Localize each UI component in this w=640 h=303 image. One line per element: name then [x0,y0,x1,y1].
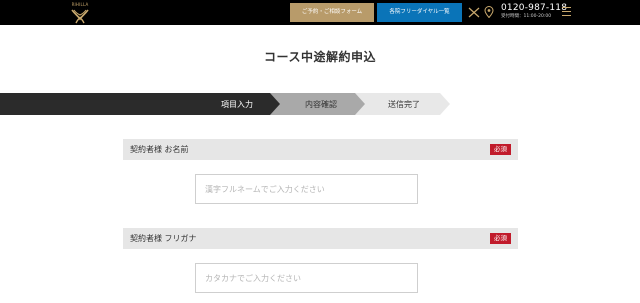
free-dial-list-button[interactable]: 各院フリーダイヤル一覧 [377,3,462,22]
step-label-2: 内容確認 [305,99,337,109]
required-badge: 必須 [490,233,511,244]
step-label-1: 項目入力 [221,99,253,109]
x-logo-icon[interactable] [468,7,480,18]
phone-number[interactable]: 0120-987-118 [501,3,567,13]
name-kanji-input[interactable] [195,174,418,204]
logo-text: RIHILLA [71,2,89,7]
field-label-name: 契約者様 お名前 [130,145,189,154]
page-title: コース中途解約申込 [264,50,376,64]
field-label-bar-name: 契約者様 お名前 必須 [123,139,518,160]
site-logo[interactable]: RIHILLA [66,2,94,24]
step-label-3: 送信完了 [388,99,420,109]
hamburger-menu-icon[interactable] [562,7,571,17]
progress-steps: 項目入力 内容確認 送信完了 [0,93,450,115]
field-label-furigana: 契約者様 フリガナ [130,234,197,243]
reception-hours: 受付時間：11:00-20:00 [501,14,552,19]
name-katakana-input[interactable] [195,263,418,293]
site-header: RIHILLA ご予約・ご相談フォーム 各院フリーダイヤル一覧 0120-987… [0,0,640,25]
reservation-form-button[interactable]: ご予約・ご相談フォーム [290,3,374,22]
map-pin-icon[interactable] [484,6,494,18]
field-label-bar-furigana: 契約者様 フリガナ 必須 [123,228,518,249]
required-badge: 必須 [490,144,511,155]
